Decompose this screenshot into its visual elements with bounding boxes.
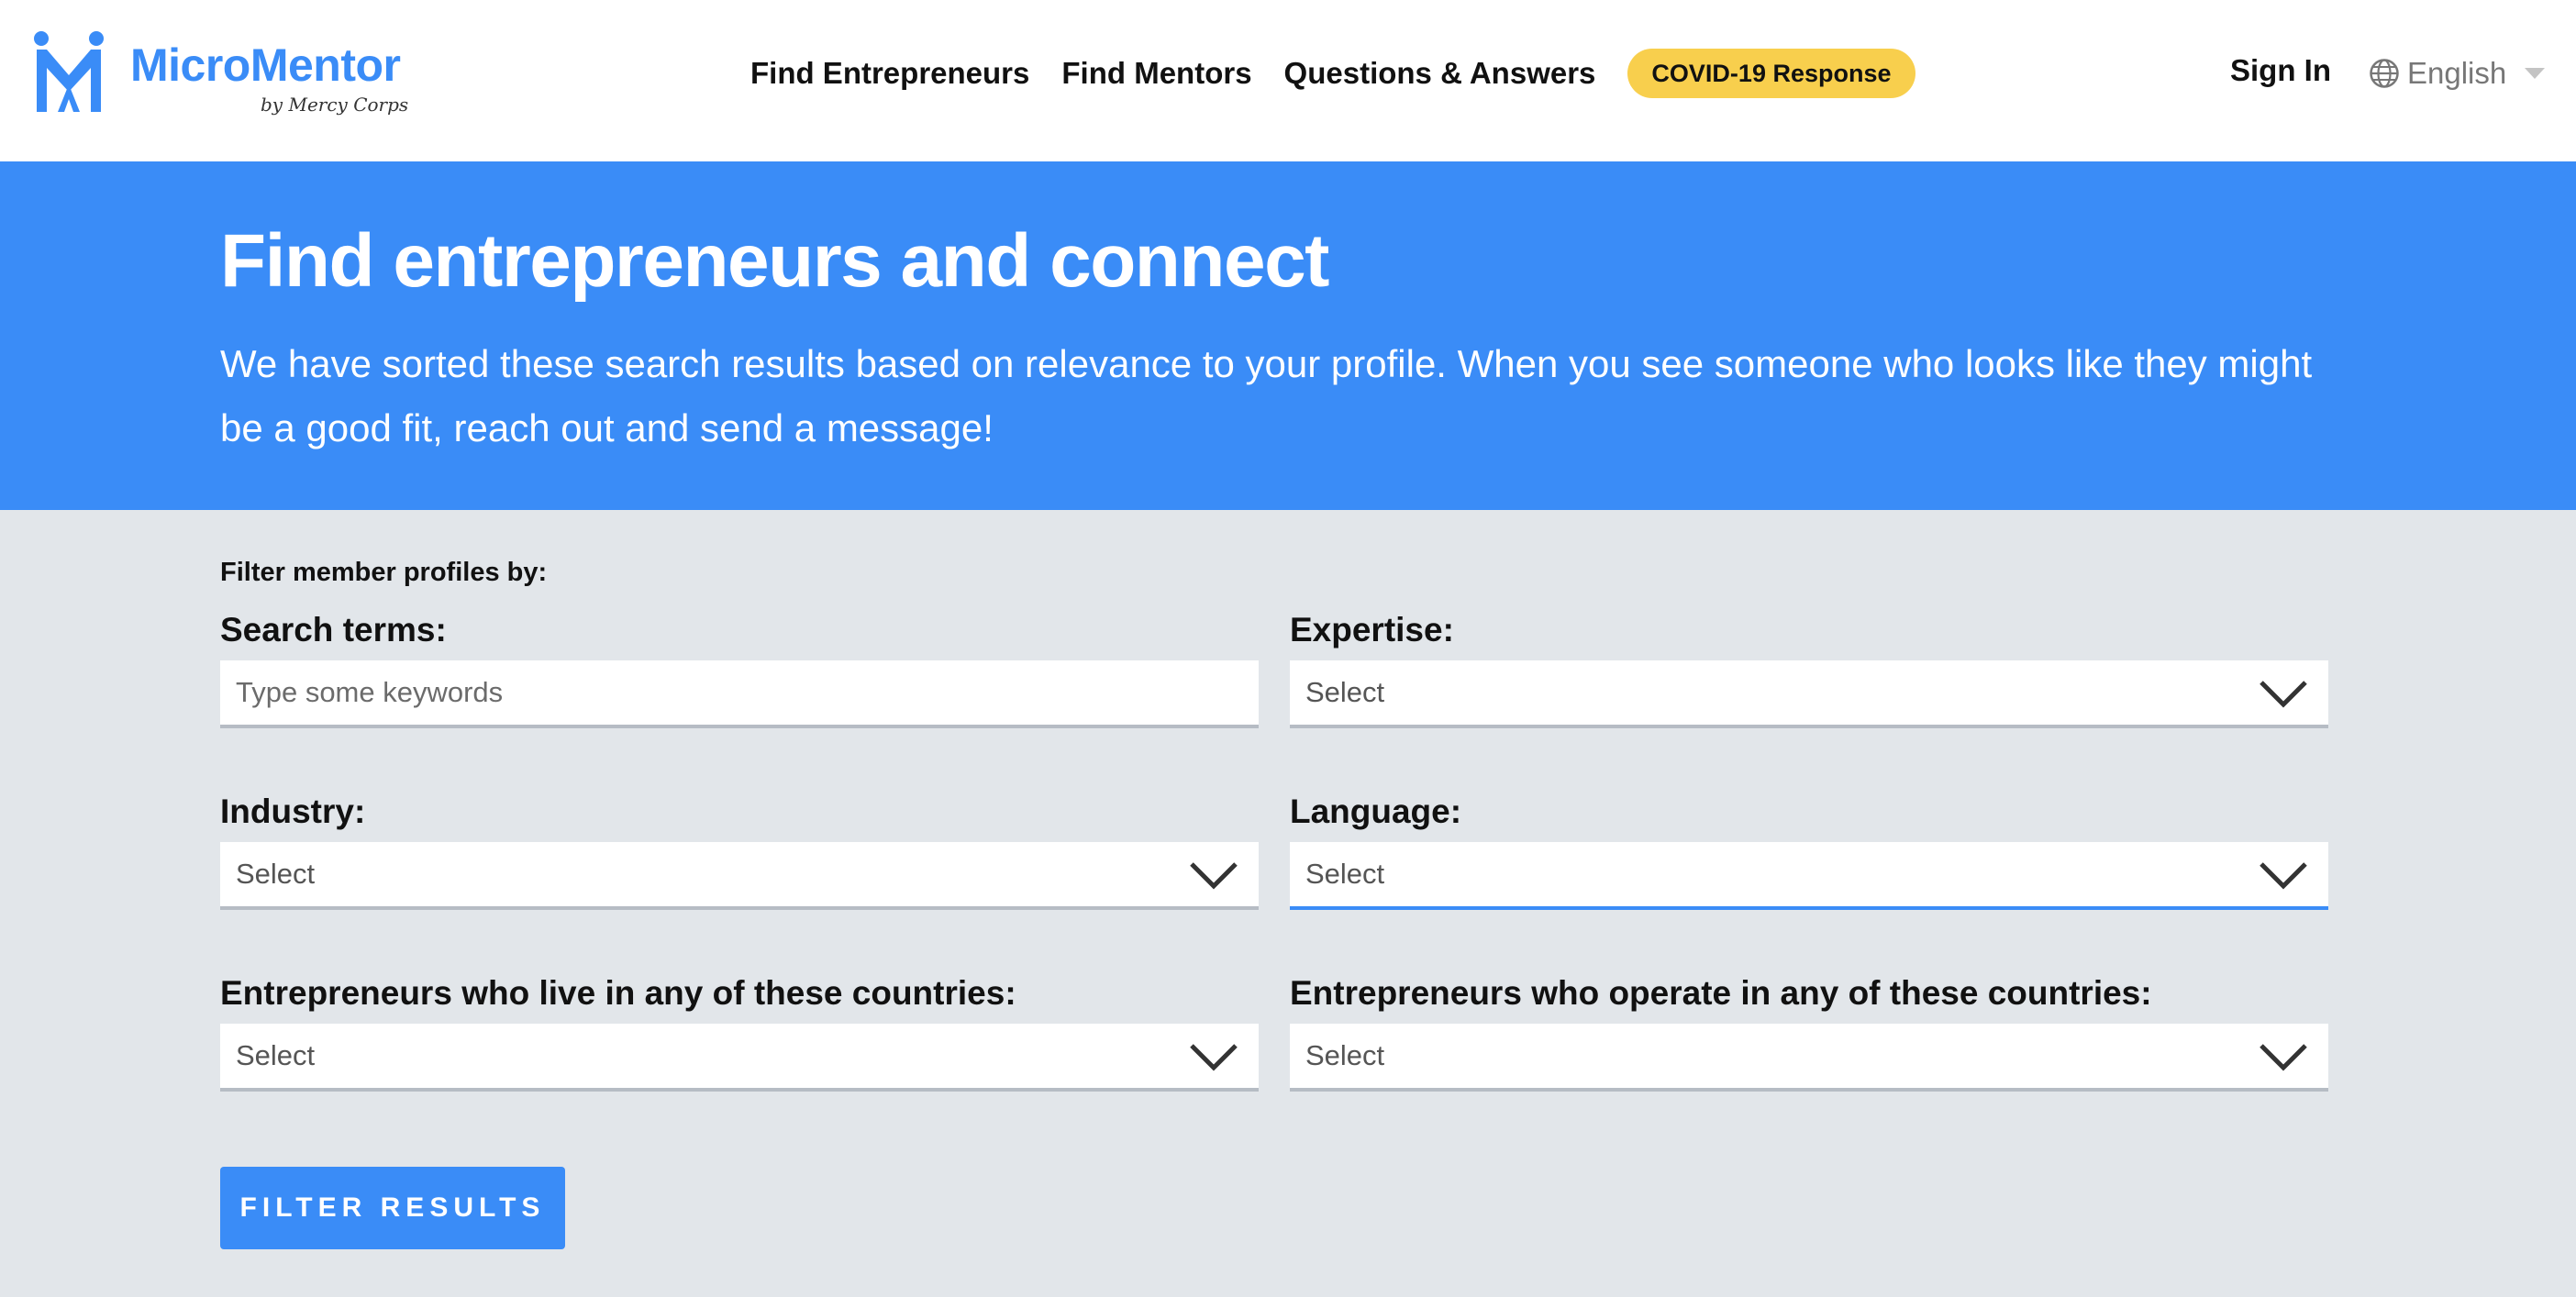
language-field: Language: Select [1290, 789, 2328, 910]
operate-countries-label: Entrepreneurs who operate in any of thes… [1290, 974, 2152, 1012]
operate-countries-field: Entrepreneurs who operate in any of thes… [1290, 970, 2328, 1092]
filter-caption: Filter member profiles by: [220, 558, 548, 587]
live-countries-field: Entrepreneurs who live in any of these c… [220, 970, 1259, 1092]
language-select-value: Select [1305, 858, 1385, 890]
hero-banner: Find entrepreneurs and connect We have s… [0, 161, 2576, 510]
live-countries-select[interactable]: Select [220, 1024, 1259, 1092]
search-terms-field: Search terms: [220, 607, 1259, 728]
search-input-box [220, 660, 1259, 728]
logo-subtitle: by Mercy Corps [261, 94, 409, 116]
live-countries-select-value: Select [236, 1039, 316, 1071]
filter-results-button[interactable]: FILTER RESULTS [220, 1167, 565, 1249]
language-select[interactable]: Select [1290, 842, 2328, 910]
chevron-down-icon [2260, 862, 2307, 890]
live-countries-label: Entrepreneurs who live in any of these c… [220, 974, 1016, 1012]
language-filter-label: Language: [1290, 793, 1462, 830]
main-nav: Find Entrepreneurs Find Mentors Question… [750, 48, 1915, 99]
logo-wordmark: MicroMentor [130, 39, 401, 91]
logo-mark-icon [34, 31, 104, 112]
expertise-select-value: Select [1305, 676, 1385, 708]
sign-in-link[interactable]: Sign In [2230, 53, 2331, 88]
caret-down-icon [2525, 68, 2546, 79]
expertise-label: Expertise: [1290, 611, 1454, 648]
search-input[interactable] [220, 660, 1259, 725]
search-terms-label: Search terms: [220, 611, 447, 648]
page-title: Find entrepreneurs and connect [220, 219, 1329, 303]
hero-description: We have sorted these search results base… [220, 342, 2313, 449]
micromentor-logo[interactable]: MicroMentor by Mercy Corps [33, 31, 418, 123]
globe-icon [2370, 59, 2399, 88]
top-navigation-bar: MicroMentor by Mercy Corps Find Entrepre… [0, 0, 2576, 161]
nav-find-entrepreneurs[interactable]: Find Entrepreneurs [750, 56, 1029, 91]
nav-questions-answers[interactable]: Questions & Answers [1284, 56, 1596, 91]
covid-response-badge[interactable]: COVID-19 Response [1627, 49, 1915, 98]
expertise-field: Expertise: Select [1290, 607, 2328, 728]
chevron-down-icon [1190, 1044, 1238, 1071]
operate-countries-select[interactable]: Select [1290, 1024, 2328, 1092]
expertise-select[interactable]: Select [1290, 660, 2328, 728]
industry-field: Industry: Select [220, 789, 1259, 910]
chevron-down-icon [1190, 862, 1238, 890]
nav-find-mentors[interactable]: Find Mentors [1061, 56, 1251, 91]
industry-label: Industry: [220, 793, 366, 830]
operate-countries-select-value: Select [1305, 1039, 1385, 1071]
industry-select[interactable]: Select [220, 842, 1259, 910]
chevron-down-icon [2260, 681, 2307, 708]
industry-select-value: Select [236, 858, 316, 890]
chevron-down-icon [2260, 1044, 2307, 1071]
language-selector[interactable]: English [2369, 53, 2546, 94]
language-label: English [2407, 56, 2507, 90]
